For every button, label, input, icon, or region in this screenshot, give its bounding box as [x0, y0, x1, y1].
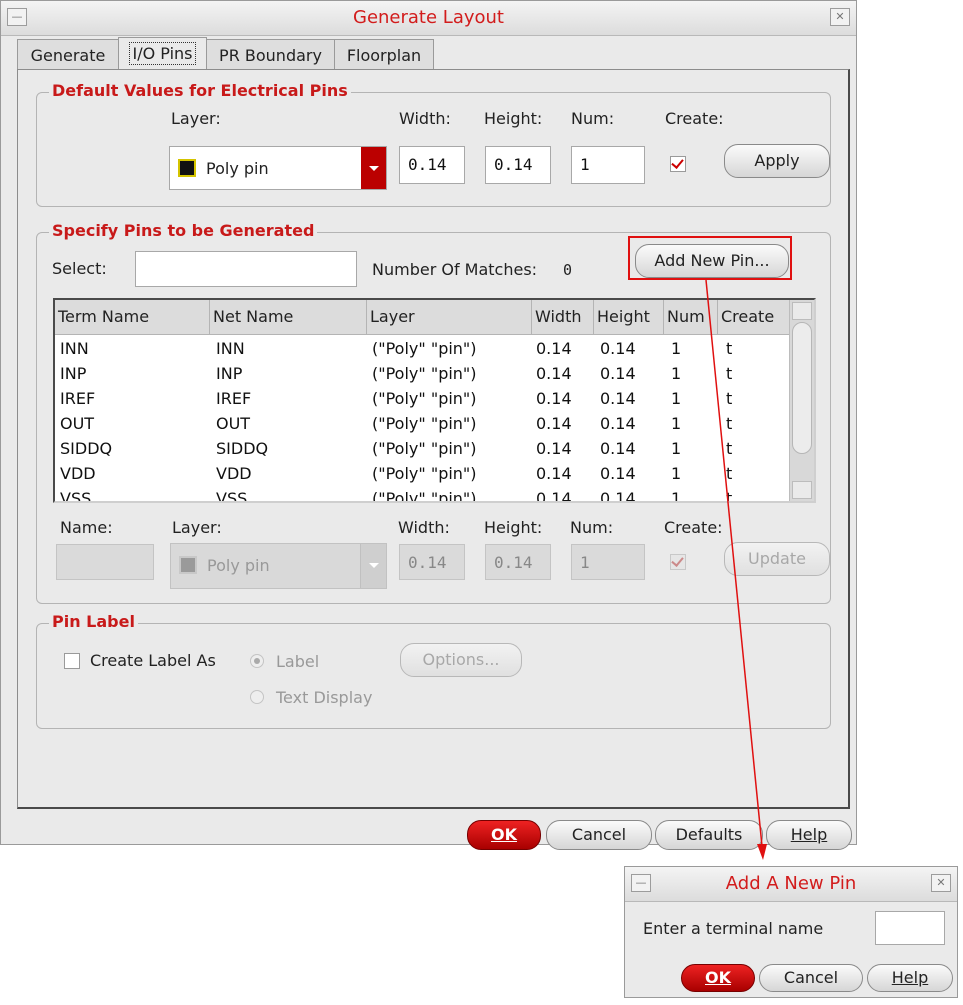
close-icon[interactable]: ✕ [931, 874, 951, 892]
dialog-ok-button[interactable]: OK [681, 964, 755, 992]
dialog-help-button[interactable]: Help [867, 964, 953, 992]
dialog-title: Add A New Pin [725, 873, 857, 894]
terminal-name-input[interactable] [875, 911, 945, 945]
terminal-name-prompt: Enter a terminal name [643, 919, 824, 938]
dialog-cancel-button[interactable]: Cancel [759, 964, 863, 992]
add-new-pin-dialog: — Add A New Pin ✕ Enter a terminal name … [624, 866, 958, 998]
annotation-arrow [705, 279, 767, 860]
dialog-ok-label: OK [705, 968, 731, 987]
dialog-help-label: Help [891, 968, 929, 987]
dialog-cancel-label: Cancel [783, 968, 839, 987]
dialog-title-bar[interactable]: — Add A New Pin ✕ [625, 867, 957, 902]
